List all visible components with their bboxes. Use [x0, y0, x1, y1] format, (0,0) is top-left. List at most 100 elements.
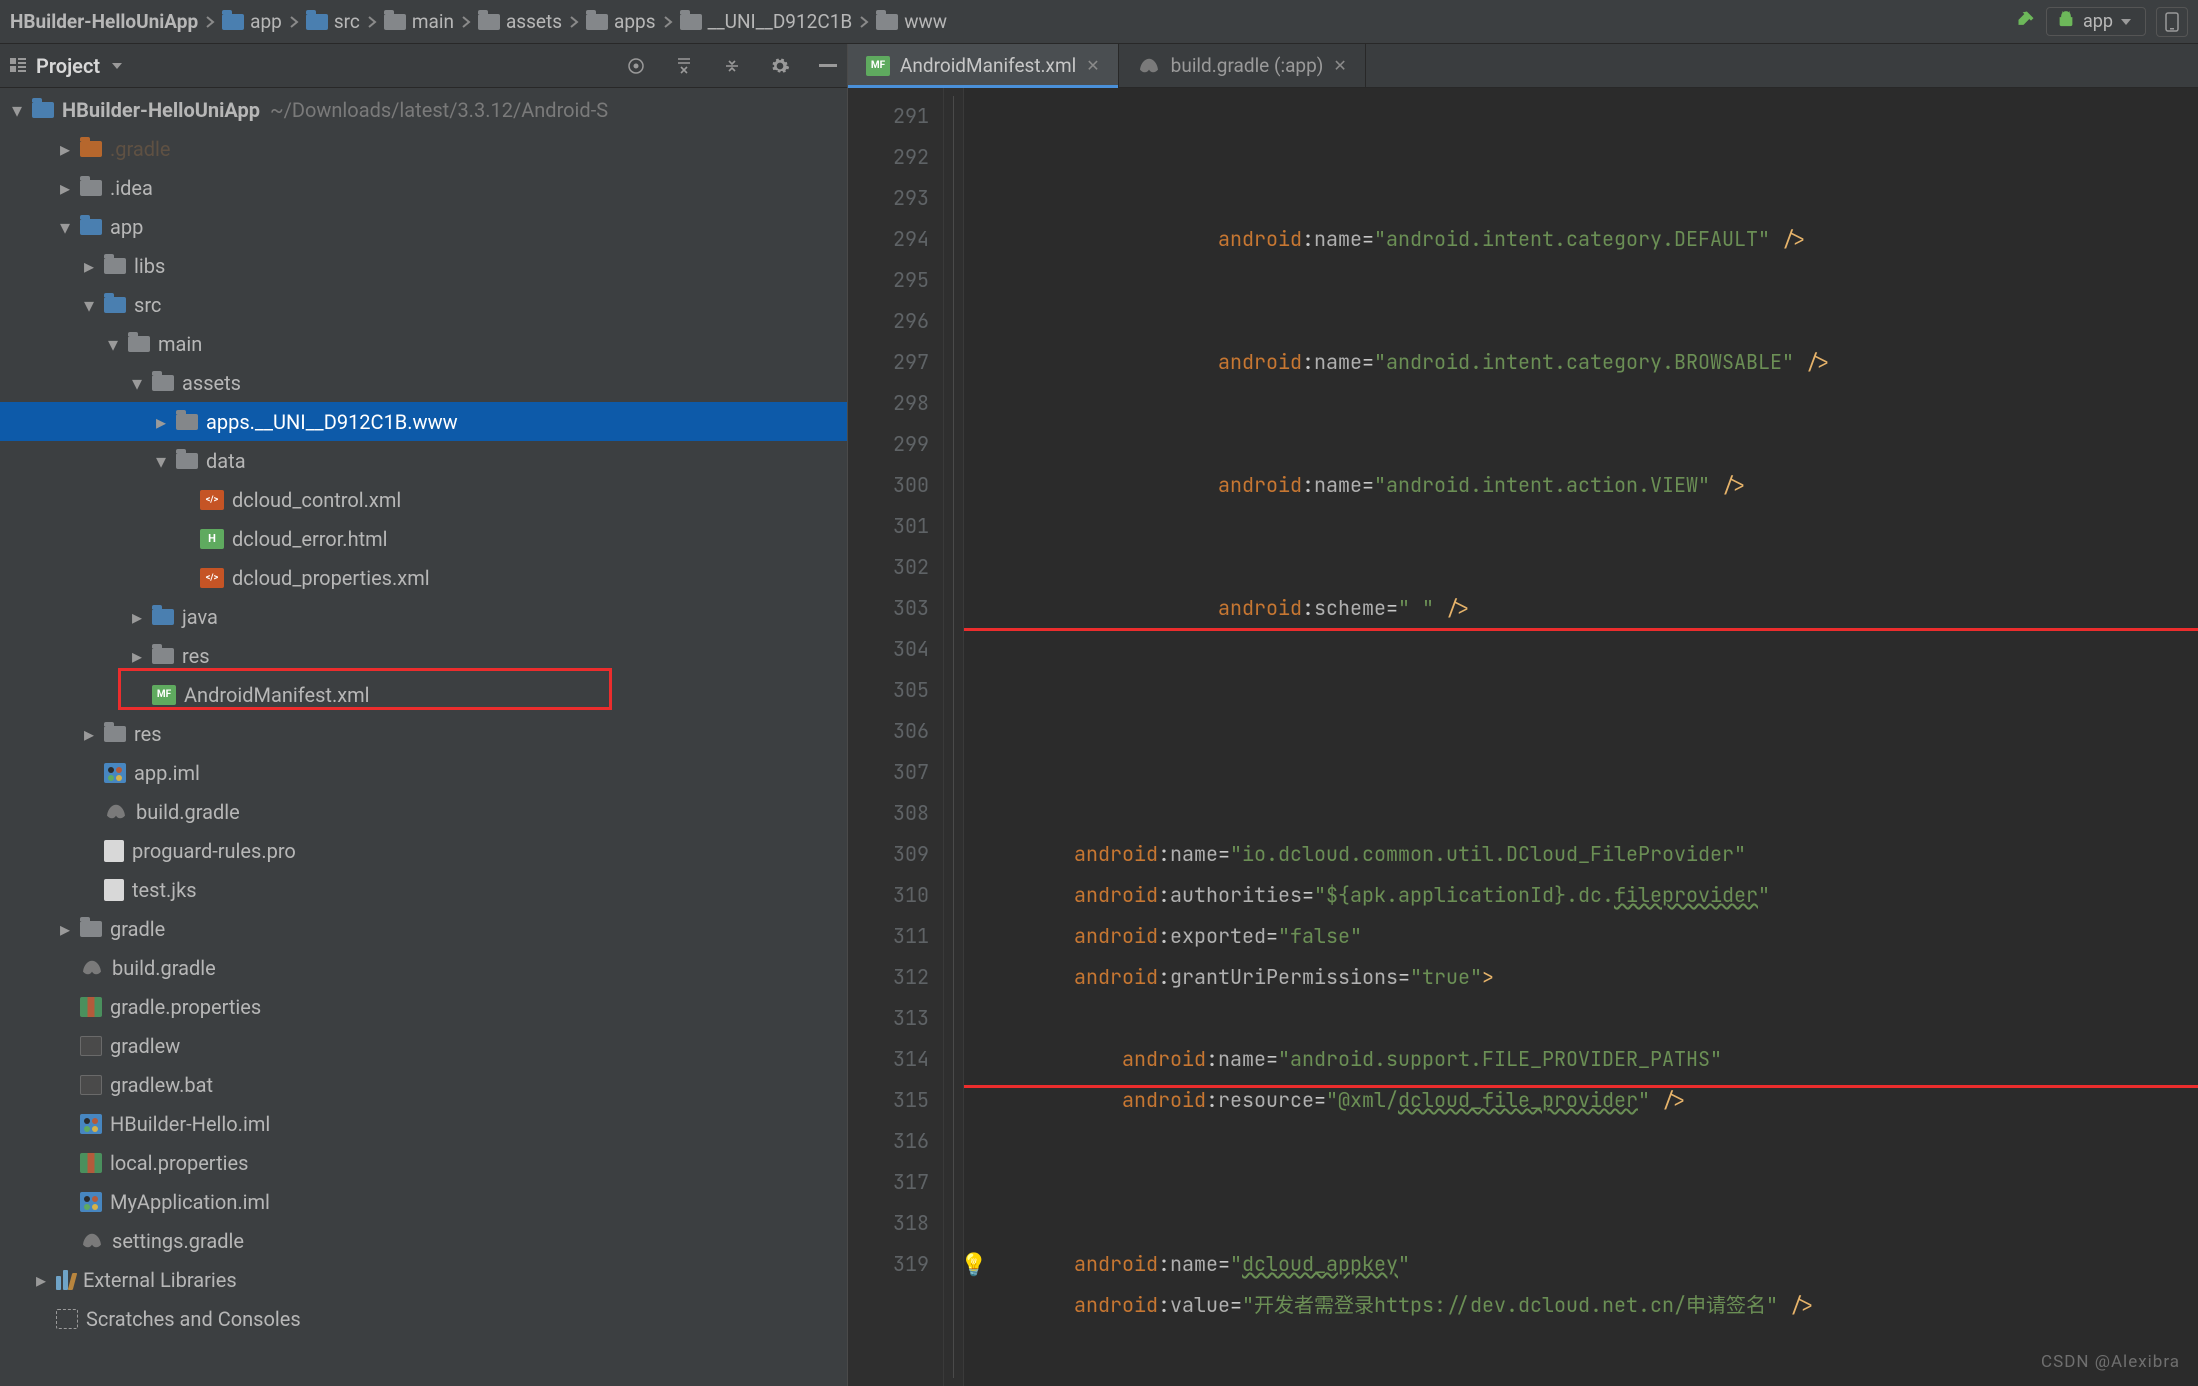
code-line[interactable] [978, 1121, 2198, 1162]
code-line[interactable]: android:name="android.intent.action.VIEW… [978, 465, 2198, 506]
tree-node[interactable]: gradlew.bat [0, 1065, 847, 1104]
breadcrumb-item[interactable]: src [306, 10, 360, 33]
tree-node[interactable]: gradle.properties [0, 987, 847, 1026]
tree-node[interactable]: settings.gradle [0, 1221, 847, 1260]
tree-arrow-icon[interactable]: ▸ [58, 917, 72, 941]
editor-tab[interactable]: AndroidManifest.xml✕ [848, 44, 1119, 87]
tree-arrow-icon[interactable]: ▾ [58, 215, 72, 239]
code-line[interactable] [978, 1203, 2198, 1244]
code-line[interactable]: android:grantUriPermissions="true"> [978, 957, 2198, 998]
project-title[interactable]: Project [36, 54, 100, 78]
code-line[interactable] [978, 301, 2198, 342]
tree-arrow-icon[interactable]: ▸ [58, 176, 72, 200]
code-line[interactable]: android:name="io.dcloud.common.util.DClo… [978, 834, 2198, 875]
tree-arrow-icon[interactable]: ▸ [154, 410, 168, 434]
code-line[interactable]: android:authorities="${apk.applicationId… [978, 875, 2198, 916]
tree-node[interactable]: Scratches and Consoles [0, 1299, 847, 1338]
tree-node[interactable]: ▾data [0, 441, 847, 480]
intention-bulb-icon[interactable]: 💡 [964, 1244, 987, 1285]
close-tab-icon[interactable]: ✕ [1086, 56, 1099, 75]
tree-arrow-icon[interactable]: ▸ [130, 644, 144, 668]
tree-node[interactable]: HBuilder-Hello.iml [0, 1104, 847, 1143]
tree-node[interactable]: ▸java [0, 597, 847, 636]
tree-node[interactable]: dcloud_properties.xml [0, 558, 847, 597]
breadcrumb-item[interactable]: HBuilder-HelloUniApp [10, 10, 198, 33]
tree-node[interactable]: ▸External Libraries [0, 1260, 847, 1299]
hide-icon[interactable] [817, 55, 839, 77]
tree-node[interactable]: test.jks [0, 870, 847, 909]
code-line[interactable]: 💡 android:name="dcloud_appkey" [978, 1244, 2198, 1285]
code-line[interactable] [978, 424, 2198, 465]
tree-node[interactable]: ▸libs [0, 246, 847, 285]
tree-node[interactable]: local.properties [0, 1143, 847, 1182]
code-line[interactable] [978, 711, 2198, 752]
run-config-selector[interactable]: app [2046, 7, 2146, 36]
code-line[interactable] [978, 629, 2198, 670]
breadcrumb-item[interactable]: apps [586, 10, 655, 33]
tree-node[interactable]: ▸res [0, 714, 847, 753]
code-line[interactable] [978, 1162, 2198, 1203]
tree-arrow-icon[interactable]: ▾ [82, 293, 96, 317]
code-line[interactable] [978, 547, 2198, 588]
tree-node[interactable]: dcloud_error.html [0, 519, 847, 558]
code-line[interactable]: android:exported="false" [978, 916, 2198, 957]
code-line[interactable] [978, 383, 2198, 424]
tree-node[interactable]: AndroidManifest.xml [0, 675, 847, 714]
tree-node[interactable]: MyApplication.iml [0, 1182, 847, 1221]
fold-column[interactable] [944, 88, 964, 1386]
code-editor[interactable]: 2912922932942952962972982993003013023033… [848, 88, 2198, 1386]
tree-node[interactable]: ▸apps.__UNI__D912C1B.www [0, 402, 847, 441]
breadcrumb-item[interactable]: __UNI__D912C1B [680, 10, 853, 33]
tree-arrow-icon[interactable]: ▸ [34, 1268, 48, 1292]
code-line[interactable] [978, 260, 2198, 301]
tree-node[interactable]: ▾assets [0, 363, 847, 402]
chevron-down-icon[interactable] [112, 63, 122, 69]
tree-node[interactable]: ▾src [0, 285, 847, 324]
tree-arrow-icon[interactable]: ▸ [82, 254, 96, 278]
code-line[interactable] [978, 1326, 2198, 1367]
expand-all-icon[interactable] [673, 55, 695, 77]
tree-arrow-icon[interactable]: ▾ [106, 332, 120, 356]
tree-node[interactable]: build.gradle [0, 792, 847, 831]
editor-tab[interactable]: build.gradle (:app)✕ [1119, 44, 1366, 87]
tree-node[interactable]: ▸.idea [0, 168, 847, 207]
tree-node[interactable]: ▾main [0, 324, 847, 363]
tree-node[interactable]: gradlew [0, 1026, 847, 1065]
code-line[interactable]: android:name="android.support.FILE_PROVI… [978, 1039, 2198, 1080]
code-line[interactable]: android:value="开发者需登录https://dev.dcloud.… [978, 1285, 2198, 1326]
build-icon[interactable] [2016, 9, 2036, 34]
tree-node[interactable]: proguard-rules.pro [0, 831, 847, 870]
code-line[interactable]: android:scheme=" " /> [978, 588, 2198, 629]
chevron-down-icon[interactable]: ▾ [10, 98, 24, 122]
code-line[interactable] [978, 998, 2198, 1039]
close-tab-icon[interactable]: ✕ [1333, 56, 1346, 75]
code-line[interactable] [978, 506, 2198, 547]
code-line[interactable] [978, 1367, 2198, 1386]
tree-arrow-icon[interactable]: ▾ [154, 449, 168, 473]
settings-icon[interactable] [769, 55, 791, 77]
tree-node[interactable]: app.iml [0, 753, 847, 792]
code-line[interactable] [978, 670, 2198, 711]
code-content[interactable]: android:name="android.intent.category.DE… [964, 88, 2198, 1386]
select-opened-file-icon[interactable] [625, 55, 647, 77]
tree-node[interactable]: dcloud_control.xml [0, 480, 847, 519]
code-line[interactable] [978, 793, 2198, 834]
device-selector-icon[interactable] [2156, 7, 2188, 37]
breadcrumb-item[interactable]: main [384, 10, 454, 33]
project-tree[interactable]: ▾ HBuilder-HelloUniApp ~/Downloads/lates… [0, 88, 847, 1386]
breadcrumb-item[interactable]: app [222, 10, 282, 33]
tree-arrow-icon[interactable]: ▸ [58, 137, 72, 161]
code-line[interactable]: android:resource="@xml/dcloud_file_provi… [978, 1080, 2198, 1121]
collapse-all-icon[interactable] [721, 55, 743, 77]
breadcrumb-item[interactable]: www [876, 10, 947, 33]
code-line[interactable] [978, 752, 2198, 793]
tree-node[interactable]: ▸.gradle [0, 129, 847, 168]
tree-node[interactable]: ▸gradle [0, 909, 847, 948]
code-line[interactable]: android:name="android.intent.category.DE… [978, 219, 2198, 260]
code-line[interactable]: android:name="android.intent.category.BR… [978, 342, 2198, 383]
tree-node[interactable]: ▾app [0, 207, 847, 246]
tree-arrow-icon[interactable]: ▸ [82, 722, 96, 746]
tree-node[interactable]: build.gradle [0, 948, 847, 987]
tree-root[interactable]: ▾ HBuilder-HelloUniApp ~/Downloads/lates… [0, 90, 847, 129]
tree-node[interactable]: ▸res [0, 636, 847, 675]
